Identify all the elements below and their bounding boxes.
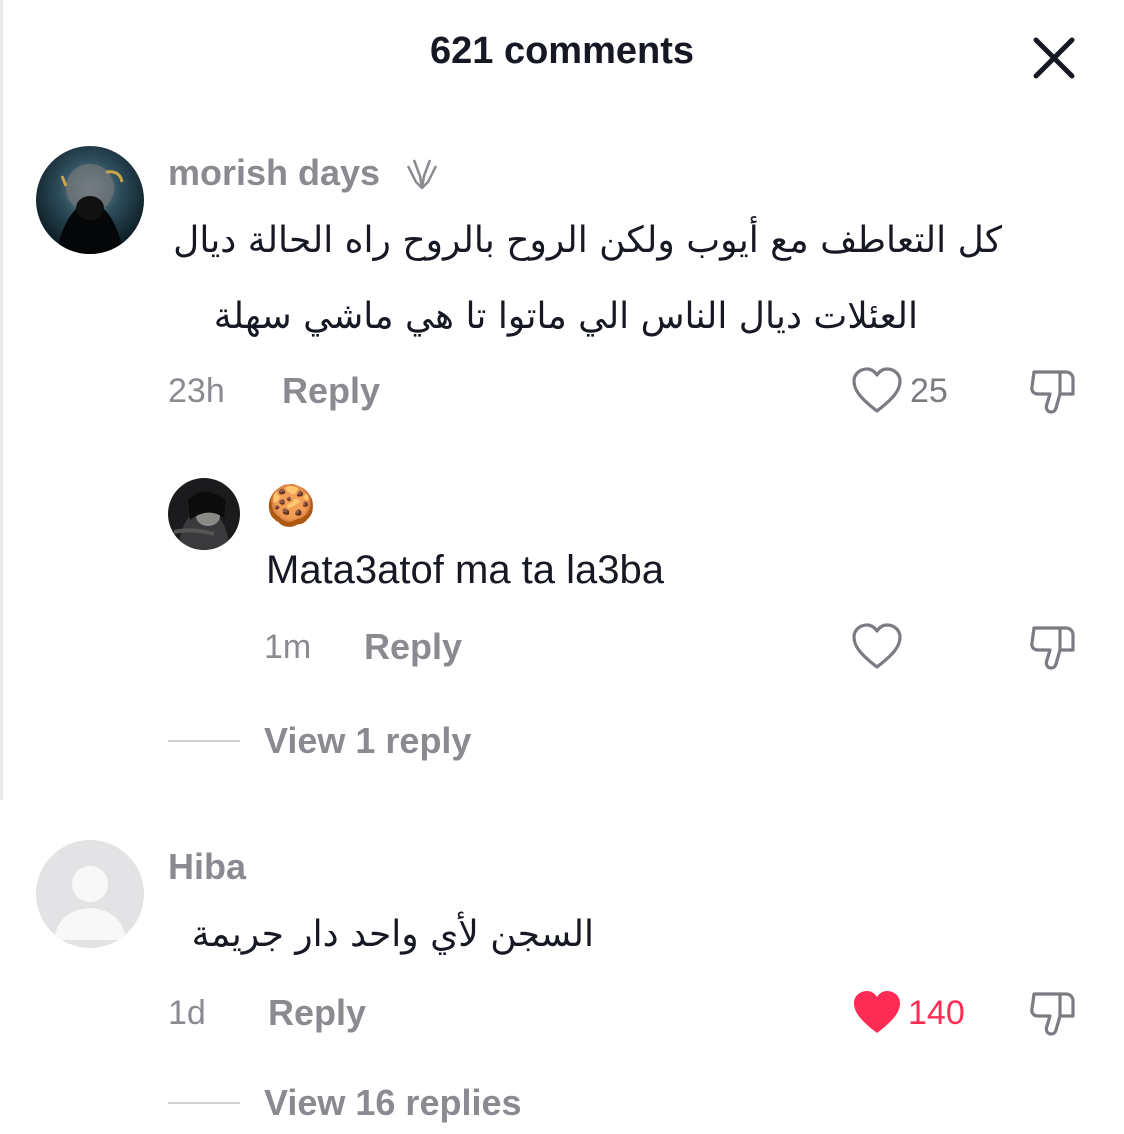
dislike-button[interactable]	[1026, 620, 1080, 674]
thumbs-down-icon	[1030, 370, 1075, 414]
heart-outline-icon	[852, 623, 902, 669]
close-icon	[1033, 37, 1075, 79]
comments-count-title: 621 comments	[429, 30, 694, 72]
like-button[interactable]	[850, 620, 904, 674]
comment-text: السجن لأي واحد دار جريمة	[191, 914, 594, 955]
view-replies-divider	[168, 740, 240, 742]
close-button[interactable]	[1026, 30, 1082, 86]
avatar[interactable]	[36, 840, 144, 948]
comment-time: 1m	[264, 628, 312, 666]
like-button[interactable]	[850, 364, 904, 418]
view-replies-button[interactable]: View 16 replies	[264, 1082, 522, 1124]
dislike-button[interactable]	[1026, 986, 1080, 1040]
heart-filled-icon	[854, 991, 900, 1033]
comment-text: Mata3atof ma ta la3ba	[266, 548, 665, 592]
comment-username[interactable]: morish days	[168, 152, 380, 194]
comment-text-line-2: العئلات ديال الناس الي ماتوا تا هي ماشي …	[213, 296, 918, 337]
reply-button[interactable]: Reply	[364, 626, 462, 668]
comment-time: 23h	[168, 372, 225, 410]
thumbs-down-icon	[1030, 992, 1075, 1036]
like-count: 25	[910, 372, 948, 410]
like-button[interactable]	[850, 986, 904, 1040]
comment-text-line-1: كل التعاطف مع أيوب ولكن الروح بالروح راه…	[173, 220, 1002, 261]
view-replies-button[interactable]: View 1 reply	[264, 720, 471, 762]
reply-button[interactable]: Reply	[268, 992, 366, 1034]
cookie-emoji-username[interactable]: 🍪	[266, 482, 316, 530]
default-avatar-icon	[36, 840, 144, 948]
heart-outline-icon	[852, 367, 902, 413]
comment-time: 1d	[168, 994, 206, 1032]
reply-button[interactable]: Reply	[282, 370, 380, 412]
comment-username[interactable]: Hiba	[168, 846, 246, 888]
avatar-image	[168, 478, 240, 550]
dislike-button[interactable]	[1026, 364, 1080, 418]
view-replies-divider	[168, 1102, 240, 1104]
like-count: 140	[908, 994, 965, 1032]
avatar[interactable]	[36, 146, 144, 254]
thumbs-down-icon	[1030, 626, 1075, 670]
avatar[interactable]	[168, 478, 240, 550]
pray-hands-icon	[402, 154, 442, 194]
left-edge-shadow	[0, 0, 3, 800]
avatar-image	[36, 146, 144, 254]
